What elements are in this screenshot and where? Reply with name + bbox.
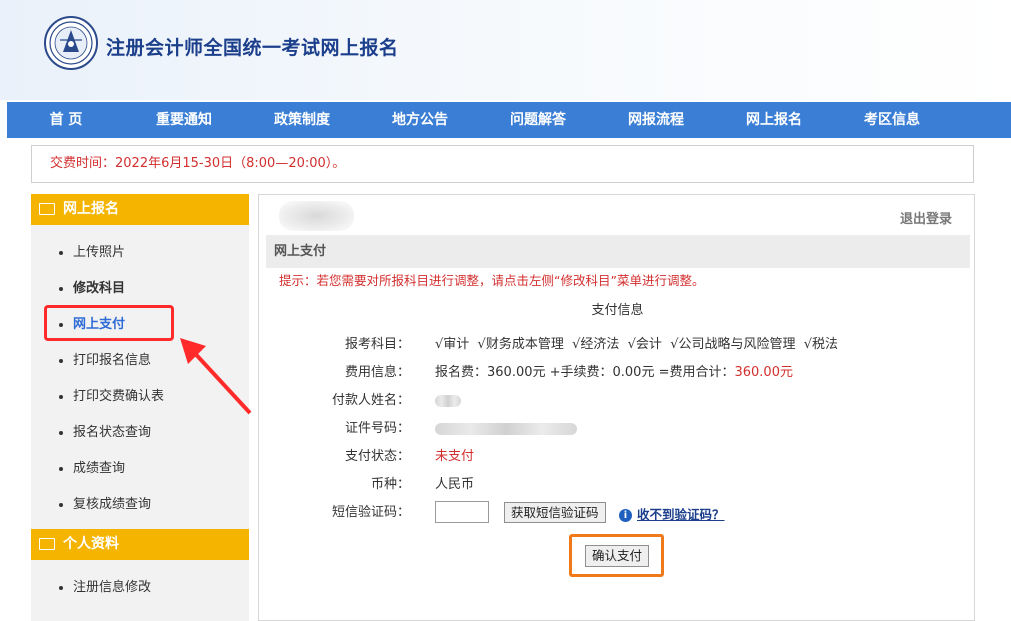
section-title: 网上支付 xyxy=(266,235,970,268)
id-label: 证件号码： xyxy=(344,421,410,436)
nav-notices[interactable]: 重要通知 xyxy=(125,102,243,138)
logout-link[interactable]: 退出登录 xyxy=(900,208,952,227)
bullet-icon xyxy=(59,394,63,399)
bullet-icon xyxy=(59,502,63,507)
highlight-online-payment-annotation xyxy=(44,305,174,341)
main-nav: 首 页 重要通知 政策制度 地方公告 问题解答 网报流程 网上报名 考区信息 xyxy=(7,102,1011,138)
sms-code-input[interactable] xyxy=(435,501,489,523)
subjects-value: √审计 √财务成本管理 √经济法 √会计 √公司战略与风险管理 √税法 xyxy=(435,337,839,352)
sidebar-list: 注册信息修改 xyxy=(31,560,249,612)
id-card-icon xyxy=(39,538,55,550)
sms-help[interactable]: i 收不到验证码？ xyxy=(619,504,725,523)
id-row: 证件号码： xyxy=(259,419,976,439)
sidebar-item-label: 打印交费确认表 xyxy=(73,389,165,404)
bullet-icon xyxy=(59,466,63,471)
status-value: 未支付 xyxy=(435,449,475,464)
fee-total: 360.00元 xyxy=(734,365,793,380)
fee-label: 费用信息： xyxy=(344,365,410,380)
red-arrow-annotation xyxy=(180,338,252,415)
sidebar-item-score-query[interactable]: 成绩查询 xyxy=(31,451,249,487)
sidebar-section-registration: 网上报名 xyxy=(31,194,249,225)
fee-value-wrap: 报名费：360.00元 +手续费：0.00元 =费用合计：360.00元 xyxy=(435,363,793,383)
site-title: 注册会计师全国统一考试网上报名 xyxy=(106,37,399,59)
sidebar-item-edit-registration-info[interactable]: 注册信息修改 xyxy=(31,570,249,606)
monitor-icon xyxy=(39,203,55,215)
fee-time-notice: 交费时间：2022年6月15-30日（8:00—20:00）。 xyxy=(31,145,974,183)
sidebar-section-title: 网上报名 xyxy=(63,201,119,217)
nav-process[interactable]: 网报流程 xyxy=(597,102,715,138)
nav-exam-area-info[interactable]: 考区信息 xyxy=(833,102,951,138)
payer-row: 付款人姓名： xyxy=(259,391,976,411)
fee-row: 费用信息： 报名费：360.00元 +手续费：0.00元 =费用合计：360.0… xyxy=(259,363,976,383)
sidebar-item-label: 复核成绩查询 xyxy=(73,497,152,512)
payment-info-title: 支付信息 xyxy=(591,303,644,318)
sms-label: 短信验证码： xyxy=(331,505,410,520)
sidebar-section-title: 个人资料 xyxy=(63,536,119,552)
sidebar-section-personal: 个人资料 xyxy=(31,529,249,560)
bullet-icon xyxy=(59,585,63,590)
no-code-help-link[interactable]: 收不到验证码？ xyxy=(637,507,725,522)
main-panel: 退出登录 网上支付 提示：若您需要对所报科目进行调整，请点击左侧“修改科目”菜单… xyxy=(258,194,975,621)
currency-row: 币种： 人民币 xyxy=(259,475,976,495)
adjust-subjects-tip: 提示：若您需要对所报科目进行调整，请点击左侧“修改科目”菜单进行调整。 xyxy=(279,273,705,288)
sidebar-item-upload-photo[interactable]: 上传照片 xyxy=(31,235,249,271)
nav-faq[interactable]: 问题解答 xyxy=(479,102,597,138)
info-icon: i xyxy=(619,509,632,522)
fee-value: 报名费：360.00元 +手续费：0.00元 =费用合计： xyxy=(435,365,735,380)
id-value-redacted xyxy=(435,419,577,439)
get-sms-code-button[interactable]: 获取短信验证码 xyxy=(504,502,606,523)
bullet-icon xyxy=(59,358,63,363)
sidebar-item-label: 打印报名信息 xyxy=(73,353,152,368)
sidebar-item-label: 注册信息修改 xyxy=(73,580,152,595)
bullet-icon xyxy=(59,250,63,255)
subjects-label: 报考科目： xyxy=(344,337,410,352)
nav-local-announcements[interactable]: 地方公告 xyxy=(361,102,479,138)
currency-label: 币种： xyxy=(370,477,410,492)
confirm-payment-button[interactable]: 确认支付 xyxy=(585,545,650,567)
status-row: 支付状态： 未支付 xyxy=(259,447,976,467)
status-label: 支付状态： xyxy=(344,449,410,464)
sidebar-item-review-score-query[interactable]: 复核成绩查询 xyxy=(31,487,249,523)
payer-label: 付款人姓名： xyxy=(331,393,410,408)
sidebar-item-label: 上传照片 xyxy=(73,245,126,260)
sidebar-item-label: 修改科目 xyxy=(73,281,126,296)
bullet-icon xyxy=(59,286,63,291)
cicpa-emblem-icon xyxy=(44,16,98,70)
subjects-row: 报考科目： √审计 √财务成本管理 √经济法 √会计 √公司战略与风险管理 √税… xyxy=(259,335,976,355)
nav-policies[interactable]: 政策制度 xyxy=(243,102,361,138)
sidebar-item-label: 报名状态查询 xyxy=(73,425,152,440)
nav-online-registration[interactable]: 网上报名 xyxy=(715,102,833,138)
currency-value: 人民币 xyxy=(435,477,475,492)
sidebar-item-label: 成绩查询 xyxy=(73,461,126,476)
sms-row: 短信验证码： xyxy=(259,503,976,523)
bullet-icon xyxy=(59,430,63,435)
site-header: 注册会计师全国统一考试网上报名 xyxy=(0,0,1011,100)
payer-value-redacted xyxy=(435,391,461,411)
nav-home[interactable]: 首 页 xyxy=(7,102,125,138)
sidebar-item-modify-subjects[interactable]: 修改科目 xyxy=(31,271,249,307)
user-name-redacted xyxy=(279,201,354,231)
